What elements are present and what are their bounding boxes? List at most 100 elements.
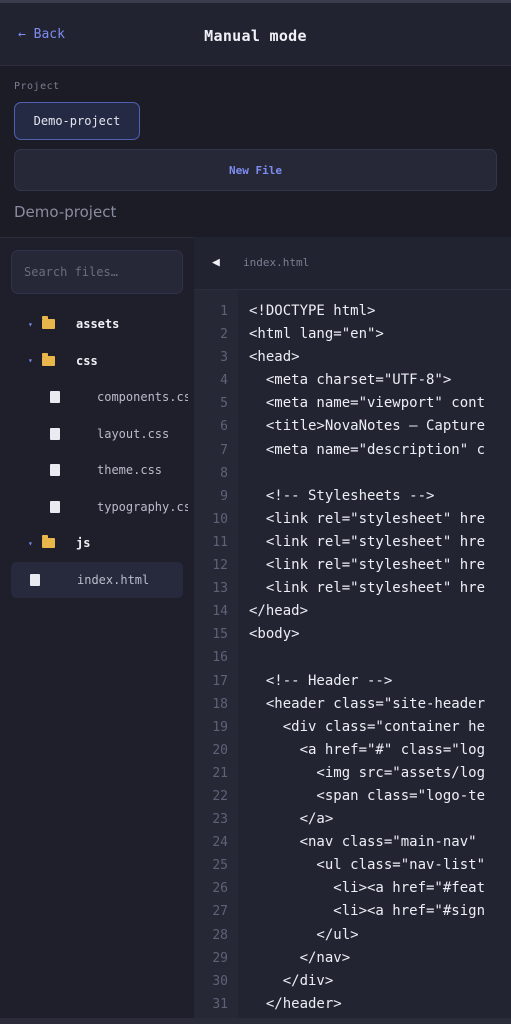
line-number: 24 xyxy=(212,835,228,851)
code-text: <li><a href="#sign xyxy=(249,903,486,920)
line-number: 8 xyxy=(220,465,228,481)
code-text: <link rel="stylesheet" hre xyxy=(249,557,486,574)
code-line[interactable]: 10 <link rel="stylesheet" hre xyxy=(194,508,511,531)
code-text: <meta name="description" c xyxy=(249,441,486,458)
code-line[interactable]: 14 </head> xyxy=(194,600,511,623)
code-line[interactable]: 19 <div class="container he xyxy=(194,716,511,739)
line-number: 26 xyxy=(212,881,228,897)
code-line[interactable]: 17 <!-- Header --> xyxy=(194,670,511,693)
code-line[interactable]: 1 <!DOCTYPE html> xyxy=(194,300,511,323)
line-number: 1 xyxy=(220,304,228,319)
code-text: <li><a href="#feat xyxy=(249,880,486,897)
file-item[interactable]: layout.css xyxy=(0,416,194,453)
code-line[interactable]: 8 xyxy=(194,462,511,485)
code-line[interactable]: 28 </ul> xyxy=(194,924,511,947)
code-line[interactable]: 6 <title>NovaNotes — Capture xyxy=(194,415,511,438)
code-text: <head> xyxy=(249,349,300,366)
code-line[interactable]: 15 <body> xyxy=(194,623,511,646)
folder-icon xyxy=(42,535,55,549)
code-text: <span class="logo-te xyxy=(249,787,486,804)
code-area[interactable]: 1 <!DOCTYPE html> 2 <html lang="en"> 3 <head>… xyxy=(194,300,511,1016)
code-line[interactable]: 7 <meta name="description" c xyxy=(194,439,511,462)
line-number: 12 xyxy=(212,558,228,574)
line-number: 7 xyxy=(220,442,228,458)
code-line[interactable]: 3 <head> xyxy=(194,346,511,369)
code-line[interactable]: 22 <span class="logo-te xyxy=(194,785,511,808)
code-line[interactable]: 12 <link rel="stylesheet" hre xyxy=(194,554,511,577)
line-number: 5 xyxy=(220,396,228,412)
code-text: <link rel="stylesheet" hre xyxy=(249,580,486,597)
line-number: 25 xyxy=(212,858,228,874)
line-number: 13 xyxy=(212,581,228,597)
chevron-down-icon[interactable]: ▾ xyxy=(28,539,33,548)
line-number: 29 xyxy=(212,950,228,966)
code-line[interactable]: 29 </nav> xyxy=(194,947,511,970)
chevron-down-icon[interactable]: ▾ xyxy=(28,356,33,365)
code-line[interactable]: 13 <link rel="stylesheet" hre xyxy=(194,577,511,600)
collapse-arrow-icon[interactable]: ◀ xyxy=(212,255,220,270)
project-name: Demo-project xyxy=(14,203,117,221)
code-line[interactable]: 27 <li><a href="#sign xyxy=(194,900,511,923)
file-sidebar: ▾ assets ▾ css components.css layout.css theme… xyxy=(0,237,194,1018)
file-item[interactable]: typography.css xyxy=(0,489,194,526)
code-line[interactable]: 25 <ul class="nav-list" xyxy=(194,854,511,877)
file-icon xyxy=(50,464,60,477)
code-line[interactable]: 30 </div> xyxy=(194,970,511,993)
line-number: 31 xyxy=(212,996,228,1012)
code-text: </head> xyxy=(249,603,309,620)
code-line[interactable]: 9 <!-- Stylesheets --> xyxy=(194,485,511,508)
line-number: 18 xyxy=(212,696,228,712)
code-line[interactable]: 24 <nav class="main-nav" xyxy=(194,831,511,854)
folder-item[interactable]: ▾ assets xyxy=(0,306,194,343)
file-icon xyxy=(50,427,60,440)
editor-tab-bar: ◀ index.html xyxy=(194,237,511,290)
line-number: 2 xyxy=(220,327,228,343)
code-line[interactable]: 21 <img src="assets/log xyxy=(194,762,511,785)
code-text: </ul> xyxy=(249,926,359,943)
code-line[interactable]: 18 <header class="site-header xyxy=(194,693,511,716)
file-item[interactable]: theme.css xyxy=(0,452,194,489)
code-line[interactable]: 11 <link rel="stylesheet" hre xyxy=(194,531,511,554)
file-name: layout.css xyxy=(97,426,170,441)
code-line[interactable]: 5 <meta name="viewport" cont xyxy=(194,392,511,415)
editor-tab-filename[interactable]: index.html xyxy=(243,256,309,269)
file-name: typography.css xyxy=(97,499,188,514)
folder-icon xyxy=(42,316,55,330)
search-input[interactable] xyxy=(12,251,182,293)
line-number: 3 xyxy=(220,350,228,366)
folder-icon xyxy=(42,352,55,366)
code-line[interactable]: 20 <a href="#" class="log xyxy=(194,739,511,762)
code-text: <!-- Stylesheets --> xyxy=(249,487,435,504)
line-number: 21 xyxy=(212,765,228,781)
code-line[interactable]: 4 <meta charset="UTF-8"> xyxy=(194,369,511,392)
code-line[interactable]: 23 </a> xyxy=(194,808,511,831)
line-number: 6 xyxy=(220,419,228,435)
code-line[interactable]: 16 xyxy=(194,646,511,669)
code-line[interactable]: 26 <li><a href="#feat xyxy=(194,877,511,900)
project-label: Project xyxy=(14,81,60,92)
file-item[interactable]: components.css xyxy=(0,379,194,416)
folder-item[interactable]: ▾ css xyxy=(0,343,194,380)
file-item[interactable]: index.html xyxy=(11,561,183,598)
line-number: 9 xyxy=(220,488,228,504)
code-text: <header class="site-header xyxy=(249,695,486,712)
new-file-button[interactable]: New File xyxy=(14,149,497,191)
bottom-scroll-strip xyxy=(0,1018,511,1024)
line-number: 28 xyxy=(212,927,228,943)
folder-item[interactable]: ▾ js xyxy=(0,525,194,562)
search-box xyxy=(11,250,183,294)
code-text: </nav> xyxy=(249,949,351,966)
file-tree: ▾ assets ▾ css components.css layout.css theme… xyxy=(0,306,194,598)
code-line[interactable]: 31 </header> xyxy=(194,993,511,1016)
line-number: 20 xyxy=(212,742,228,758)
code-line[interactable]: 2 <html lang="en"> xyxy=(194,323,511,346)
line-number: 4 xyxy=(220,373,228,389)
code-text: <a href="#" class="log xyxy=(249,741,486,758)
code-text: <img src="assets/log xyxy=(249,764,486,781)
code-text: <html lang="en"> xyxy=(249,326,384,343)
line-number: 11 xyxy=(212,534,228,550)
chevron-down-icon[interactable]: ▾ xyxy=(28,320,33,329)
code-text: <meta name="viewport" cont xyxy=(249,395,486,412)
project-selector[interactable]: Demo-project xyxy=(14,102,140,140)
code-text: <link rel="stylesheet" hre xyxy=(249,510,486,527)
